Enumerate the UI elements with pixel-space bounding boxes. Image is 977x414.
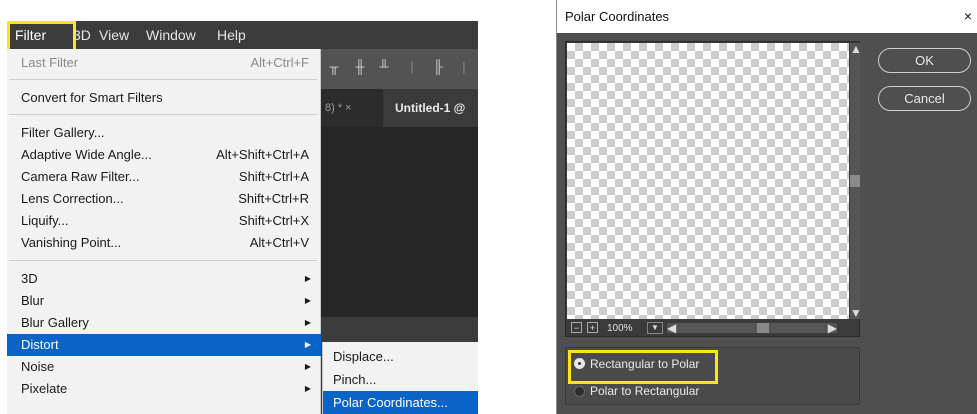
radio-selected-icon[interactable]	[574, 358, 585, 369]
distort-submenu: Displace... Pinch... Polar Coordinates..…	[322, 342, 478, 414]
menu-window[interactable]: Window	[146, 21, 196, 49]
zoom-controls: − + 100% ▼ ◀ ▶	[567, 321, 859, 336]
dialog-title-bar: Polar Coordinates ×	[557, 0, 977, 33]
option-polar-to-rectangular[interactable]: Polar to Rectangular	[568, 380, 768, 402]
menu-item-camera-raw-filter[interactable]: Camera Raw Filter... Shift+Ctrl+A	[7, 166, 321, 188]
submenu-arrow-icon: ▶	[304, 362, 311, 371]
align-top-icon[interactable]: ╥	[327, 59, 341, 75]
menu-item-last-filter: Last Filter Alt+Ctrl+F	[7, 52, 321, 74]
menu-3d[interactable]: 3D	[73, 21, 91, 49]
menu-item-label: Noise	[21, 359, 55, 374]
menu-item-shortcut: Alt+Shift+Ctrl+A	[216, 147, 309, 162]
menu-item-label: Blur	[21, 293, 45, 308]
menu-item-adaptive-wide-angle[interactable]: Adaptive Wide Angle... Alt+Shift+Ctrl+A	[7, 144, 321, 166]
photoshop-window: Filter 3D View Window Help ╥ ╫ ╨ | ╟ | 8…	[7, 21, 478, 414]
menu-item-label: Filter Gallery...	[21, 125, 105, 140]
menu-item-shortcut: Shift+Ctrl+A	[238, 169, 309, 184]
scrollbar-thumb[interactable]	[757, 323, 769, 333]
menu-item-blur-gallery[interactable]: Blur Gallery ▶	[7, 312, 321, 334]
scroll-up-icon[interactable]: ▲	[850, 43, 862, 55]
radio-unselected-icon[interactable]	[574, 386, 585, 397]
submenu-item-displace[interactable]: Displace...	[323, 345, 478, 368]
menu-item-noise[interactable]: Noise ▶	[7, 356, 321, 378]
option-label: Rectangular to Polar	[590, 357, 700, 371]
zoom-in-icon[interactable]: +	[587, 322, 598, 333]
menu-item-label: Lens Correction...	[21, 191, 124, 206]
submenu-arrow-icon: ▶	[304, 318, 311, 327]
zoom-level: 100%	[607, 323, 633, 334]
ok-button[interactable]: OK	[878, 48, 971, 73]
menu-item-label: Distort	[21, 337, 59, 352]
tab-untitled-1[interactable]: Untitled-1 @	[383, 89, 478, 127]
scroll-down-icon[interactable]: ▼	[850, 307, 862, 319]
chevron-down-icon[interactable]: ▼	[647, 322, 663, 334]
menu-item-blur[interactable]: Blur ▶	[7, 290, 321, 312]
menu-item-label: Pixelate	[21, 381, 68, 396]
cancel-button[interactable]: Cancel	[878, 86, 971, 111]
menu-item-label: Last Filter	[21, 55, 79, 70]
menu-item-shortcut: Alt+Ctrl+F	[250, 55, 309, 70]
menu-item-vanishing-point[interactable]: Vanishing Point... Alt+Ctrl+V	[7, 232, 321, 254]
menu-item-label: Blur Gallery	[21, 315, 89, 330]
document-tabs: 8) * × Untitled-1 @	[321, 89, 478, 127]
menu-item-convert-smart-filters[interactable]: Convert for Smart Filters	[7, 87, 321, 109]
dialog-title: Polar Coordinates	[565, 9, 670, 24]
menu-item-label: Liquify...	[21, 213, 69, 228]
filter-menu: Last Filter Alt+Ctrl+F Convert for Smart…	[7, 49, 321, 414]
vertical-scrollbar[interactable]: ▲ ▼	[850, 43, 862, 319]
preview-canvas[interactable]	[567, 43, 849, 319]
menu-item-shortcut: Shift+Ctrl+X	[238, 213, 309, 228]
align-left-icon[interactable]: ╟	[431, 59, 445, 75]
tab-previous-document[interactable]: 8) * ×	[321, 89, 387, 127]
align-bottom-icon[interactable]: ╨	[377, 59, 391, 75]
align-vcenter-icon[interactable]: ╫	[353, 59, 367, 75]
menu-item-lens-correction[interactable]: Lens Correction... Shift+Ctrl+R	[7, 188, 321, 210]
scroll-right-icon[interactable]: ▶	[828, 322, 837, 334]
preview-panel: ▲ ▼ − + 100% ▼ ◀ ▶	[565, 41, 862, 337]
menu-item-label: 3D	[21, 271, 38, 286]
menu-item-shortcut: Alt+Ctrl+V	[249, 235, 309, 250]
scrollbar-thumb[interactable]	[850, 175, 860, 187]
submenu-arrow-icon: ▶	[304, 274, 311, 283]
canvas-area	[321, 127, 478, 317]
menu-item-filter-gallery[interactable]: Filter Gallery...	[7, 122, 321, 144]
menu-item-pixelate[interactable]: Pixelate ▶	[7, 378, 321, 400]
submenu-item-pinch[interactable]: Pinch...	[323, 368, 478, 391]
menu-item-label: Adaptive Wide Angle...	[21, 147, 152, 162]
scroll-left-icon[interactable]: ◀	[667, 322, 676, 334]
submenu-arrow-icon: ▶	[304, 340, 311, 349]
menu-item-label: Convert for Smart Filters	[21, 90, 163, 105]
conversion-options: Rectangular to Polar Polar to Rectangula…	[565, 347, 860, 405]
menu-help[interactable]: Help	[217, 21, 246, 49]
option-label: Polar to Rectangular	[590, 384, 700, 398]
horizontal-scrollbar[interactable]: ◀ ▶	[667, 322, 837, 334]
menu-item-label: Camera Raw Filter...	[21, 169, 140, 184]
menu-view[interactable]: View	[99, 21, 129, 49]
option-rectangular-to-polar[interactable]: Rectangular to Polar	[568, 350, 718, 384]
toolbar-divider: |	[410, 59, 414, 74]
submenu-item-polar-coordinates[interactable]: Polar Coordinates...	[323, 391, 478, 414]
menu-separator	[9, 260, 317, 261]
menu-bar: Filter 3D View Window Help	[7, 21, 478, 55]
close-icon[interactable]: ×	[964, 0, 972, 33]
menu-item-label: Vanishing Point...	[21, 235, 122, 250]
submenu-arrow-icon: ▶	[304, 296, 311, 305]
submenu-arrow-icon: ▶	[304, 384, 311, 393]
menu-separator	[9, 114, 317, 115]
polar-coordinates-dialog: Polar Coordinates × ▲ ▼ − + 100% ▼ ◀ ▶ O…	[556, 0, 977, 414]
options-toolbar: ╥ ╫ ╨ | ╟ |	[321, 49, 478, 89]
menu-item-liquify[interactable]: Liquify... Shift+Ctrl+X	[7, 210, 321, 232]
menu-item-shortcut: Shift+Ctrl+R	[238, 191, 309, 206]
menu-separator	[9, 79, 317, 80]
menu-item-distort[interactable]: Distort ▶	[7, 334, 321, 356]
zoom-out-icon[interactable]: −	[571, 322, 582, 333]
toolbar-divider: |	[462, 59, 466, 74]
menu-item-3d[interactable]: 3D ▶	[7, 268, 321, 290]
